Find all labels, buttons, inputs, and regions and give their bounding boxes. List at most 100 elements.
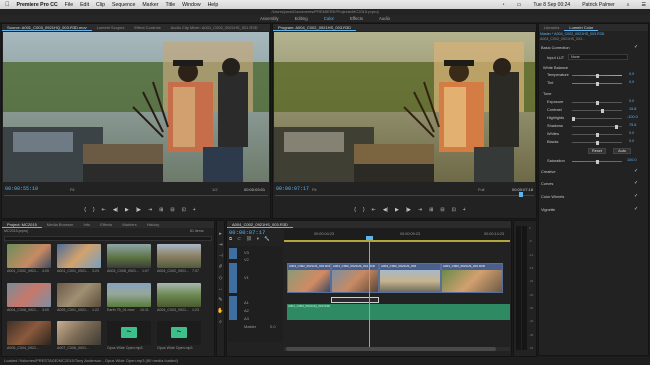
search-icon[interactable]: ⌕ bbox=[627, 2, 630, 8]
hand-tool-icon[interactable]: ✋ bbox=[217, 308, 223, 314]
vignette-checkbox[interactable]: ✓ bbox=[634, 207, 639, 212]
tab-info[interactable]: Info bbox=[78, 222, 95, 227]
menu-window[interactable]: Window bbox=[182, 2, 200, 8]
white-balance-header[interactable]: White Balance bbox=[543, 65, 568, 70]
list-icon[interactable]: ☰ bbox=[642, 2, 646, 8]
highlights-knob[interactable] bbox=[572, 116, 575, 121]
step-back-button[interactable]: ◀| bbox=[383, 207, 388, 213]
shadows-knob[interactable] bbox=[615, 124, 618, 129]
workspace-editing[interactable]: Editing bbox=[288, 15, 315, 22]
timeline-settings-icon[interactable]: 🔧 bbox=[264, 236, 270, 242]
clip-thumbnail[interactable] bbox=[107, 244, 151, 268]
menu-file[interactable]: File bbox=[65, 2, 73, 8]
clip-thumbnail[interactable] bbox=[107, 283, 151, 307]
tab-audio-clip-mixer[interactable]: Audio Clip Mixer: A001_C002_0921HS_001.R… bbox=[166, 25, 263, 30]
mark-out-button[interactable]: } bbox=[363, 207, 365, 213]
mark-out-button[interactable]: } bbox=[93, 207, 95, 213]
lift-button[interactable]: ⊞ bbox=[429, 207, 433, 213]
menu-edit[interactable]: Edit bbox=[80, 2, 89, 8]
export-frame-button[interactable]: ⊡ bbox=[452, 207, 456, 213]
insert-button[interactable]: ⊞ bbox=[159, 207, 163, 213]
step-forward-button[interactable]: |▶ bbox=[136, 207, 141, 213]
source-resolution-select[interactable]: 1/2 bbox=[212, 187, 218, 192]
temperature-value[interactable]: 0.0 bbox=[629, 72, 634, 76]
tab-libraries[interactable]: Libraries bbox=[539, 25, 564, 30]
zoom-tool-icon[interactable]: ⌕ bbox=[219, 319, 222, 325]
add-button[interactable]: + bbox=[463, 207, 466, 213]
temperature-slider[interactable] bbox=[572, 73, 622, 78]
basic-correction-header[interactable]: Basic Correction bbox=[541, 45, 570, 50]
workspace-effects[interactable]: Effects bbox=[343, 15, 370, 22]
shadows-slider[interactable] bbox=[572, 124, 622, 129]
go-to-in-button[interactable]: ⇤ bbox=[372, 207, 376, 213]
program-timecode-in[interactable]: 00:00:07:17 bbox=[276, 186, 309, 192]
go-to-out-button[interactable]: ⇥ bbox=[418, 207, 422, 213]
timeline-playhead[interactable] bbox=[369, 238, 370, 350]
curves-header[interactable]: Curves bbox=[541, 181, 553, 186]
blacks-knob[interactable] bbox=[596, 140, 599, 145]
menu-sequence[interactable]: Sequence bbox=[112, 2, 135, 8]
tab-program[interactable]: Program: A004_C002_0921HS_003.R3D bbox=[273, 25, 357, 31]
whites-knob[interactable] bbox=[596, 132, 599, 137]
creative-header[interactable]: Creative bbox=[541, 169, 556, 174]
export-frame-button[interactable]: ⊡ bbox=[182, 207, 186, 213]
project-search-input[interactable] bbox=[4, 236, 212, 241]
clip-thumbnail[interactable] bbox=[57, 321, 101, 345]
lumetri-sequence-clip[interactable]: A004_C002_0921HS_003... bbox=[540, 37, 585, 41]
go-to-in-button[interactable]: ⇤ bbox=[102, 207, 106, 213]
clip-thumbnail[interactable] bbox=[7, 321, 51, 345]
color-wheels-checkbox[interactable]: ✓ bbox=[634, 194, 639, 199]
tab-markers[interactable]: Markers bbox=[117, 222, 141, 227]
step-back-button[interactable]: ◀| bbox=[113, 207, 118, 213]
tab-media-browser[interactable]: Media Browser bbox=[42, 222, 79, 227]
rolling-edit-tool-icon[interactable]: # bbox=[219, 264, 222, 270]
blacks-value[interactable]: 0.0 bbox=[629, 139, 634, 143]
highlights-slider[interactable] bbox=[572, 116, 622, 121]
tab-sequence[interactable]: A004_C002_0921HS_003.R3D bbox=[227, 222, 293, 228]
timeline-zoom-scrollbar[interactable] bbox=[284, 347, 510, 351]
slip-tool-icon[interactable]: ↔ bbox=[218, 286, 223, 292]
source-patch-a1[interactable] bbox=[229, 296, 237, 320]
shadows-value[interactable]: 75.6 bbox=[629, 123, 636, 127]
master-volume-value[interactable]: 0.0 bbox=[270, 324, 276, 329]
color-wheels-header[interactable]: Color Wheels bbox=[541, 194, 564, 199]
workspace-audio[interactable]: Audio bbox=[372, 15, 397, 22]
ripple-edit-tool-icon[interactable]: ⊣ bbox=[218, 253, 222, 259]
basic-correction-checkbox[interactable]: ✓ bbox=[634, 45, 639, 50]
menu-user[interactable]: Patrick Palmer bbox=[582, 2, 615, 8]
track-label-a1[interactable]: A1 bbox=[244, 300, 249, 305]
auto-button[interactable]: Auto bbox=[613, 148, 631, 154]
tab-source[interactable]: Source: A001_C003_0921HQ_003.R3D.mov bbox=[2, 25, 92, 31]
tab-lumetri-color[interactable]: Lumetri Color bbox=[564, 25, 599, 31]
clip-thumbnail[interactable] bbox=[57, 244, 101, 268]
razor-tool-icon[interactable]: ◇ bbox=[219, 275, 223, 281]
play-button[interactable]: ▶ bbox=[125, 207, 129, 213]
tab-lumetri-scopes[interactable]: Lumetri Scopes bbox=[92, 25, 130, 30]
creative-checkbox[interactable]: ✓ bbox=[634, 169, 639, 174]
snap-icon[interactable]: ⊂ bbox=[237, 236, 241, 242]
source-patch-v1[interactable] bbox=[229, 263, 237, 293]
clip-thumbnail[interactable] bbox=[7, 244, 51, 268]
source-fit-select[interactable]: Fit bbox=[70, 187, 74, 192]
tone-header[interactable]: Tone bbox=[543, 91, 551, 96]
add-button[interactable]: + bbox=[193, 207, 196, 213]
program-fit-select[interactable]: Fit bbox=[312, 187, 316, 192]
source-timecode-in[interactable]: 00:00:55:10 bbox=[5, 186, 38, 192]
track-label-a3[interactable]: A3 bbox=[244, 316, 249, 321]
clip-thumbnail[interactable] bbox=[157, 283, 201, 307]
audio-clip-thumbnail[interactable]: ⏦ bbox=[107, 321, 151, 345]
timeline-video-clip[interactable]: A001_C002_0921HS_001.R3D bbox=[331, 263, 379, 293]
menu-help[interactable]: Help bbox=[208, 2, 219, 8]
clip-thumbnail[interactable] bbox=[7, 283, 51, 307]
temperature-knob[interactable] bbox=[596, 73, 599, 78]
work-area-bar[interactable] bbox=[284, 240, 510, 242]
audio-clip-thumbnail[interactable]: ⏦ bbox=[157, 321, 201, 345]
input-lut-select[interactable]: None bbox=[568, 54, 628, 60]
tint-knob[interactable] bbox=[596, 81, 599, 86]
blacks-slider[interactable] bbox=[572, 140, 622, 145]
mark-in-button[interactable]: { bbox=[354, 207, 356, 213]
source-scrubber[interactable] bbox=[4, 195, 268, 196]
workspace-assembly[interactable]: Assembly bbox=[253, 15, 286, 22]
menu-clock[interactable]: Tue 8 Sep 00:24 bbox=[533, 2, 570, 8]
menu-clip[interactable]: Clip bbox=[96, 2, 105, 8]
